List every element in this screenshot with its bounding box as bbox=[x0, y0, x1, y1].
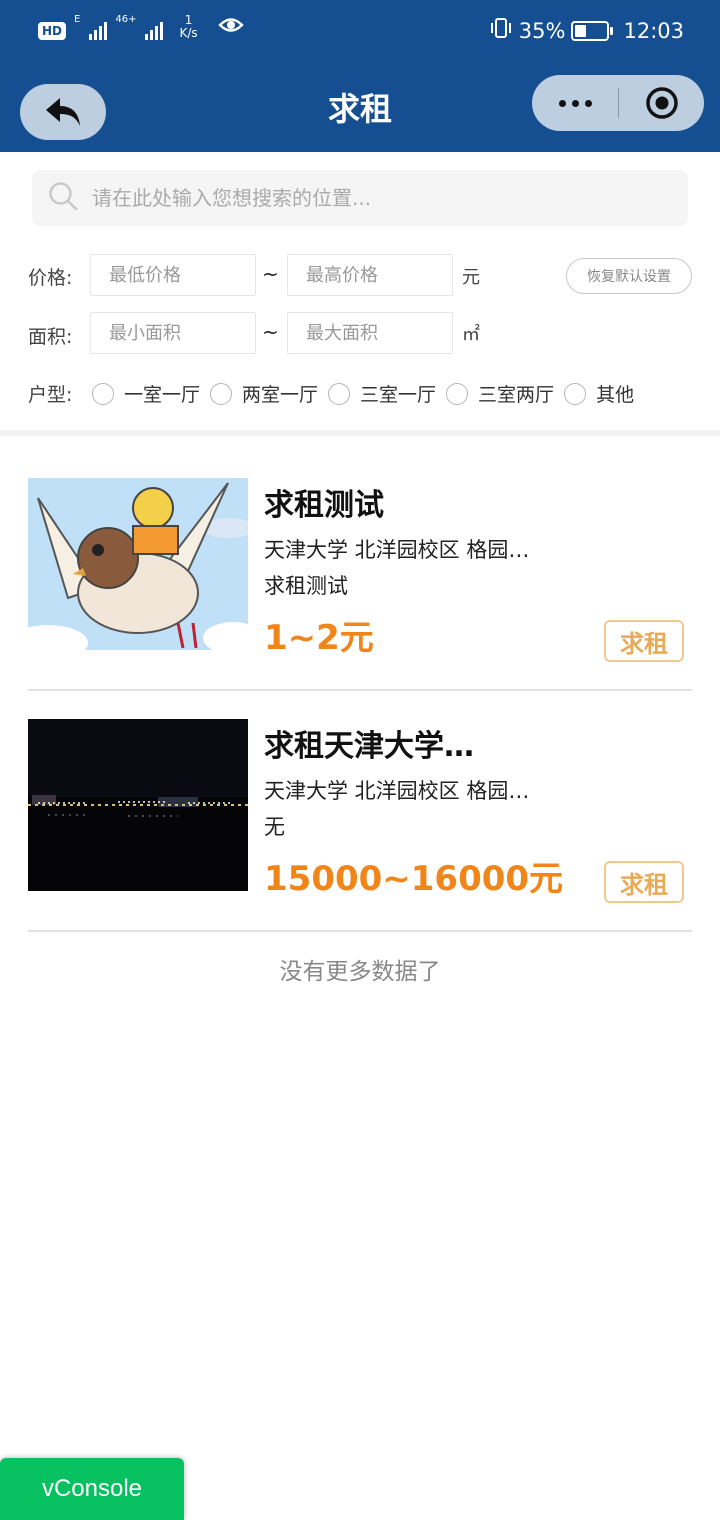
price-max-input[interactable] bbox=[287, 254, 453, 296]
listing-location: 天津大学 北洋园校区 格园… bbox=[264, 779, 530, 803]
layout-option-label: 三室两厅 bbox=[478, 384, 555, 406]
layout-option[interactable]: 三室一厅 bbox=[328, 380, 436, 407]
eye-icon bbox=[217, 15, 244, 39]
price-tilde: ~ bbox=[262, 262, 279, 286]
layout-label: 户型: bbox=[28, 384, 73, 406]
layout-option[interactable]: 其他 bbox=[564, 380, 634, 407]
listing-type-badge: 求租 bbox=[604, 620, 684, 662]
radio-circle-icon[interactable] bbox=[210, 382, 233, 405]
listing-description: 求租测试 bbox=[264, 574, 348, 598]
area-tilde: ~ bbox=[262, 320, 279, 344]
network-speed: 1 K/s bbox=[179, 14, 197, 40]
search-icon bbox=[48, 181, 78, 215]
layout-option-label: 一室一厅 bbox=[124, 384, 201, 406]
vconsole-button[interactable]: vConsole bbox=[0, 1458, 184, 1520]
radio-circle-icon[interactable] bbox=[328, 382, 351, 405]
price-min-input[interactable] bbox=[90, 254, 256, 296]
target-circle-icon[interactable] bbox=[619, 75, 704, 131]
layout-option-label: 其他 bbox=[596, 384, 635, 406]
hd-badge: HD bbox=[38, 22, 67, 40]
listing-location: 天津大学 北洋园校区 格园… bbox=[264, 538, 530, 562]
status-left: HD E 46+ 1 K/s bbox=[38, 14, 244, 40]
speed-unit: K/s bbox=[179, 26, 198, 40]
battery-percent: 35% bbox=[518, 18, 566, 43]
list-separator bbox=[28, 930, 692, 932]
status-right: 35% 12:03 bbox=[489, 17, 684, 44]
area-max-input[interactable] bbox=[287, 312, 453, 354]
signal2-label: 46+ bbox=[115, 14, 137, 25]
listing-thumbnail bbox=[28, 719, 248, 891]
speed-value: 1 bbox=[184, 13, 193, 27]
signal-bars-icon bbox=[89, 18, 108, 40]
reset-defaults-button[interactable]: 恢复默认设置 bbox=[566, 258, 692, 294]
signal-bars-icon bbox=[145, 18, 164, 40]
listing-card[interactable]: 求租测试 天津大学 北洋园校区 格园… 求租测试 1~2元 求租 bbox=[28, 478, 692, 662]
radio-circle-icon[interactable] bbox=[92, 382, 114, 405]
app-header: HD E 46+ 1 K/s 35% 12:03 求租 bbox=[0, 0, 720, 152]
radio-circle-icon[interactable] bbox=[564, 382, 587, 405]
listing-thumbnail bbox=[28, 478, 248, 650]
status-bar: HD E 46+ 1 K/s 35% 12:03 bbox=[0, 0, 720, 62]
listing-price: 1~2元 bbox=[264, 618, 374, 658]
listing-title: 求租天津大学… bbox=[264, 729, 474, 764]
more-dots-icon[interactable] bbox=[532, 75, 618, 131]
search-bar bbox=[32, 170, 688, 226]
layout-option-label: 两室一厅 bbox=[242, 384, 319, 406]
signal1-label: E bbox=[74, 14, 81, 25]
listing-price: 15000~16000元 bbox=[264, 859, 564, 899]
list-separator bbox=[28, 689, 692, 691]
layout-option-label: 三室一厅 bbox=[360, 384, 437, 406]
price-label: 价格: bbox=[28, 267, 73, 289]
radio-circle-icon[interactable] bbox=[446, 382, 469, 405]
no-more-data-text: 没有更多数据了 bbox=[279, 959, 441, 985]
search-input[interactable] bbox=[92, 186, 652, 210]
miniprogram-capsule bbox=[532, 75, 704, 131]
layout-option[interactable]: 三室两厅 bbox=[446, 380, 554, 407]
layout-option[interactable]: 一室一厅 bbox=[92, 380, 200, 407]
listing-card[interactable]: 求租天津大学… 天津大学 北洋园校区 格园… 无 15000~16000元 求租 bbox=[28, 719, 692, 903]
status-time: 12:03 bbox=[623, 18, 684, 43]
area-min-input[interactable] bbox=[90, 312, 256, 354]
area-label: 面积: bbox=[28, 326, 73, 348]
layout-radio-group: 一室一厅 两室一厅 三室一厅 三室两厅 其他 bbox=[92, 380, 644, 407]
area-unit: ㎡ bbox=[462, 324, 480, 345]
battery-icon bbox=[571, 20, 614, 41]
listing-type-badge: 求租 bbox=[604, 861, 684, 903]
listing-title: 求租测试 bbox=[264, 488, 384, 523]
section-divider bbox=[0, 430, 720, 436]
listing-description: 无 bbox=[264, 815, 285, 839]
layout-option[interactable]: 两室一厅 bbox=[210, 380, 318, 407]
price-unit: 元 bbox=[462, 267, 480, 288]
vibrate-icon bbox=[489, 17, 513, 44]
